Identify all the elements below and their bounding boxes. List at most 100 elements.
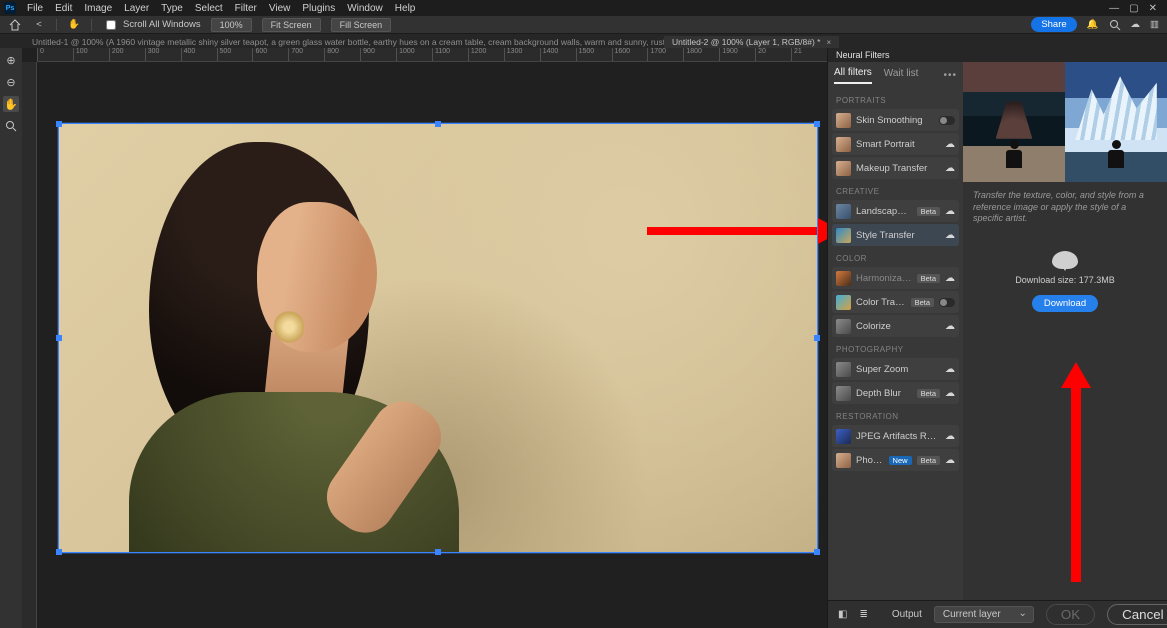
hand-tool-icon[interactable]: ✋: [3, 96, 19, 112]
filters-list: PORTRAITS Skin Smoothing Smart Portrait …: [828, 86, 963, 473]
filter-thumb-icon: [836, 429, 851, 444]
group-creative: CREATIVE: [832, 181, 959, 198]
share-button[interactable]: Share: [1031, 17, 1076, 32]
fit-screen-button[interactable]: Fit Screen: [262, 18, 321, 32]
filter-label: Photo Res...: [856, 455, 884, 466]
beta-badge: Beta: [917, 389, 940, 398]
cloud-download-icon[interactable]: ☁: [945, 388, 955, 399]
zoom-in-icon[interactable]: ⊕: [3, 52, 19, 68]
filter-details: Transfer the texture, color, and style f…: [963, 62, 1167, 600]
cloud-download-icon[interactable]: ☁: [945, 230, 955, 241]
menu-plugins[interactable]: Plugins: [297, 3, 340, 14]
filter-toggle[interactable]: [939, 116, 955, 125]
document-tab-2[interactable]: Untitled-2 @ 100% (Layer 1, RGB/8#) * ×: [664, 36, 839, 48]
filter-thumb-icon: [836, 319, 851, 334]
filter-colorize[interactable]: Colorize ☁: [832, 315, 959, 337]
filter-makeup-transfer[interactable]: Makeup Transfer ☁: [832, 157, 959, 179]
cloud-download-icon[interactable]: ☁: [945, 455, 955, 466]
panel-menu-icon[interactable]: •••: [943, 70, 957, 81]
cloud-sync-icon[interactable]: ☁: [1131, 19, 1141, 30]
group-portraits: PORTRAITS: [832, 90, 959, 107]
filter-depth-blur[interactable]: Depth Blur Beta ☁: [832, 382, 959, 404]
zoom-level[interactable]: 100%: [211, 18, 252, 32]
beta-badge: Beta: [911, 298, 934, 307]
window-maximize-icon[interactable]: ▢: [1129, 3, 1138, 14]
scroll-all-input[interactable]: [106, 20, 116, 30]
workspace-icon[interactable]: ▥: [1150, 19, 1159, 30]
filter-label: Harmonization: [856, 273, 912, 284]
filter-label: Color Transfer: [856, 297, 906, 308]
search-icon[interactable]: [1109, 19, 1121, 31]
scroll-all-checkbox[interactable]: Scroll All Windows: [102, 17, 201, 33]
filter-smart-portrait[interactable]: Smart Portrait ☁: [832, 133, 959, 155]
window-controls: — ▢ ✕: [1109, 3, 1163, 14]
layer-mask-icon[interactable]: ◧: [838, 609, 847, 620]
menu-filter[interactable]: Filter: [230, 3, 262, 14]
home-icon[interactable]: [8, 18, 22, 32]
cloud-download-icon[interactable]: ☁: [945, 431, 955, 442]
filter-thumb-icon: [836, 228, 851, 243]
tab-wait-list[interactable]: Wait list: [884, 68, 919, 83]
zoom-tool-icon[interactable]: [3, 118, 19, 134]
menu-window[interactable]: Window: [342, 3, 388, 14]
menu-image[interactable]: Image: [79, 3, 117, 14]
filter-thumb-icon: [836, 113, 851, 128]
canvas-area[interactable]: 0100200300400500600700800900100011001200…: [22, 48, 827, 628]
menu-select[interactable]: Select: [190, 3, 228, 14]
layers-icon[interactable]: ≣: [859, 609, 867, 620]
panel-title: Neural Filters: [828, 48, 1167, 62]
menu-layer[interactable]: Layer: [119, 3, 154, 14]
filter-landscape-mixer[interactable]: Landscape Mixer Beta ☁: [832, 200, 959, 222]
menu-type[interactable]: Type: [156, 3, 188, 14]
cancel-button[interactable]: Cancel: [1107, 604, 1167, 625]
beta-badge: Beta: [917, 456, 940, 465]
cloud-download-icon[interactable]: ☁: [945, 163, 955, 174]
filter-label: Makeup Transfer: [856, 163, 940, 174]
fill-screen-button[interactable]: Fill Screen: [331, 18, 392, 32]
cloud-download-icon[interactable]: ☁: [945, 139, 955, 150]
notifications-icon[interactable]: 🔔: [1087, 19, 1099, 30]
filter-jpeg-artifacts[interactable]: JPEG Artifacts Removal ☁: [832, 425, 959, 447]
filter-color-transfer[interactable]: Color Transfer Beta: [832, 291, 959, 313]
tab-all-filters[interactable]: All filters: [834, 67, 872, 84]
menu-help[interactable]: Help: [390, 3, 421, 14]
document-canvas[interactable]: [58, 123, 818, 553]
filter-skin-smoothing[interactable]: Skin Smoothing: [832, 109, 959, 131]
window-minimize-icon[interactable]: —: [1109, 3, 1119, 14]
document-tab-strip: Untitled-1 @ 100% (A 1960 vintage metall…: [0, 34, 1167, 48]
output-label: Output: [892, 609, 922, 620]
filter-thumb-icon: [836, 137, 851, 152]
filter-label: Smart Portrait: [856, 139, 940, 150]
group-restoration: RESTORATION: [832, 406, 959, 423]
close-tab-icon[interactable]: ×: [826, 38, 831, 47]
ok-button[interactable]: OK: [1046, 604, 1095, 625]
ruler-horizontal: 0100200300400500600700800900100011001200…: [37, 48, 827, 62]
filter-style-transfer[interactable]: Style Transfer ☁: [832, 224, 959, 246]
filter-harmonization[interactable]: Harmonization Beta ☁: [832, 267, 959, 289]
back-icon[interactable]: <: [32, 18, 46, 32]
beta-badge: Beta: [917, 207, 940, 216]
download-button[interactable]: Download: [1032, 295, 1098, 312]
hand-tool-icon[interactable]: ✋: [67, 18, 81, 32]
filter-thumb-icon: [836, 362, 851, 377]
filter-super-zoom[interactable]: Super Zoom ☁: [832, 358, 959, 380]
main-body: ⊕ ⊖ ✋ 0100200300400500600700800900100011…: [0, 48, 1167, 628]
menu-view[interactable]: View: [264, 3, 296, 14]
output-select[interactable]: Current layer: [934, 606, 1034, 623]
document-tab-1[interactable]: Untitled-1 @ 100% (A 1960 vintage metall…: [24, 36, 664, 48]
menu-edit[interactable]: Edit: [50, 3, 77, 14]
filter-toggle[interactable]: [939, 298, 955, 307]
window-close-icon[interactable]: ✕: [1149, 3, 1157, 14]
filter-thumb-icon: [836, 271, 851, 286]
cloud-download-icon[interactable]: ☁: [945, 321, 955, 332]
cloud-download-icon[interactable]: ☁: [945, 364, 955, 375]
menu-file[interactable]: File: [22, 3, 48, 14]
filter-photo-restoration[interactable]: Photo Res... New Beta ☁: [832, 449, 959, 471]
cloud-download-icon[interactable]: ☁: [945, 273, 955, 284]
cloud-download-icon[interactable]: ☁: [945, 206, 955, 217]
filter-thumb-icon: [836, 161, 851, 176]
options-bar: < ✋ Scroll All Windows 100% Fit Screen F…: [0, 16, 1167, 34]
zoom-out-icon[interactable]: ⊖: [3, 74, 19, 90]
filters-column: All filters Wait list ••• PORTRAITS Skin…: [828, 62, 963, 600]
filter-label: Colorize: [856, 321, 940, 332]
